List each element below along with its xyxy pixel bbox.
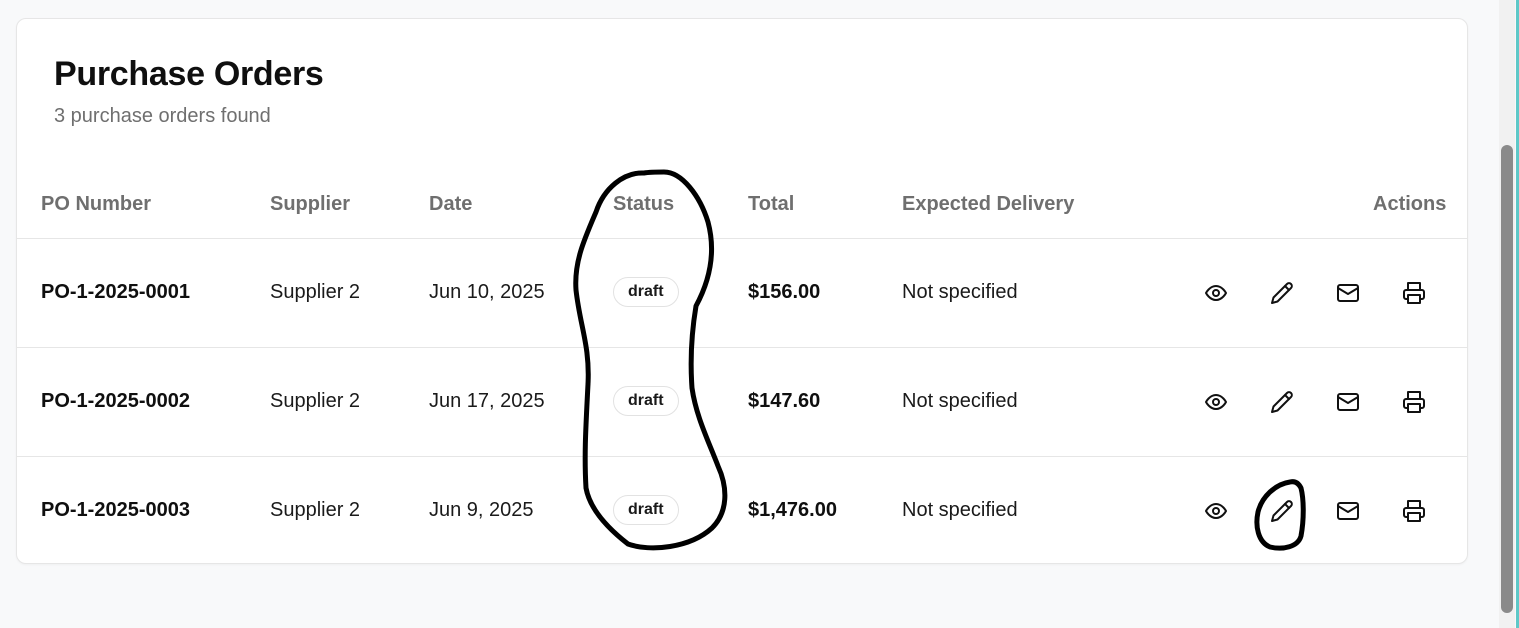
view-button[interactable] bbox=[1200, 495, 1232, 527]
column-header-date[interactable]: Date bbox=[429, 193, 472, 216]
total-cell: $1,476.00 bbox=[748, 499, 837, 521]
po-number-cell[interactable]: PO-1-2025-0002 bbox=[41, 390, 190, 413]
eye-icon bbox=[1205, 394, 1227, 410]
printer-icon bbox=[1403, 391, 1425, 413]
edit-button[interactable] bbox=[1266, 386, 1298, 418]
column-header-total[interactable]: Total bbox=[748, 193, 794, 216]
status-badge: draft bbox=[613, 386, 679, 416]
page-title: Purchase Orders bbox=[54, 55, 324, 93]
po-number-cell[interactable]: PO-1-2025-0003 bbox=[41, 499, 190, 522]
table-row[interactable]: PO-1-2025-0001 Supplier 2 Jun 10, 2025 d… bbox=[17, 238, 1467, 348]
table-row[interactable]: PO-1-2025-0002 Supplier 2 Jun 17, 2025 d… bbox=[17, 347, 1467, 457]
email-button[interactable] bbox=[1332, 495, 1364, 527]
date-cell: Jun 10, 2025 bbox=[429, 281, 545, 303]
printer-icon bbox=[1403, 282, 1425, 304]
total-cell: $156.00 bbox=[748, 281, 821, 303]
pencil-icon bbox=[1271, 391, 1293, 413]
expected-delivery-cell: Not specified bbox=[902, 390, 1018, 412]
eye-icon bbox=[1205, 503, 1227, 519]
print-button[interactable] bbox=[1398, 495, 1430, 527]
pencil-icon bbox=[1271, 500, 1293, 522]
table-row[interactable]: PO-1-2025-0003 Supplier 2 Jun 9, 2025 dr… bbox=[17, 456, 1467, 566]
pencil-icon bbox=[1271, 282, 1293, 304]
mail-icon bbox=[1337, 502, 1359, 520]
results-count: 3 purchase orders found bbox=[54, 105, 271, 127]
mail-icon bbox=[1337, 393, 1359, 411]
total-cell: $147.60 bbox=[748, 390, 821, 412]
view-button[interactable] bbox=[1200, 277, 1232, 309]
column-header-po-number[interactable]: PO Number bbox=[41, 193, 151, 216]
supplier-cell: Supplier 2 bbox=[270, 390, 361, 412]
supplier-cell: Supplier 2 bbox=[270, 499, 361, 521]
print-button[interactable] bbox=[1398, 277, 1430, 309]
supplier-cell: Supplier 2 bbox=[270, 281, 361, 303]
printer-icon bbox=[1403, 500, 1425, 522]
status-badge: draft bbox=[613, 277, 679, 307]
purchase-orders-card: Purchase Orders 3 purchase orders found … bbox=[16, 18, 1468, 564]
edit-button[interactable] bbox=[1266, 277, 1298, 309]
print-button[interactable] bbox=[1398, 386, 1430, 418]
mail-icon bbox=[1337, 284, 1359, 302]
po-number-cell[interactable]: PO-1-2025-0001 bbox=[41, 281, 190, 304]
column-header-status[interactable]: Status bbox=[613, 193, 674, 216]
date-cell: Jun 9, 2025 bbox=[429, 499, 534, 521]
eye-icon bbox=[1205, 285, 1227, 301]
date-cell: Jun 17, 2025 bbox=[429, 390, 545, 412]
email-button[interactable] bbox=[1332, 277, 1364, 309]
email-button[interactable] bbox=[1332, 386, 1364, 418]
column-header-expected-delivery[interactable]: Expected Delivery bbox=[902, 193, 1074, 216]
scrollbar-thumb[interactable] bbox=[1501, 145, 1513, 613]
edit-button[interactable] bbox=[1266, 495, 1298, 527]
status-badge: draft bbox=[613, 495, 679, 525]
column-header-actions: Actions bbox=[1373, 193, 1447, 215]
expected-delivery-cell: Not specified bbox=[902, 499, 1018, 521]
expected-delivery-cell: Not specified bbox=[902, 281, 1018, 303]
column-header-supplier[interactable]: Supplier bbox=[270, 193, 350, 216]
view-button[interactable] bbox=[1200, 386, 1232, 418]
